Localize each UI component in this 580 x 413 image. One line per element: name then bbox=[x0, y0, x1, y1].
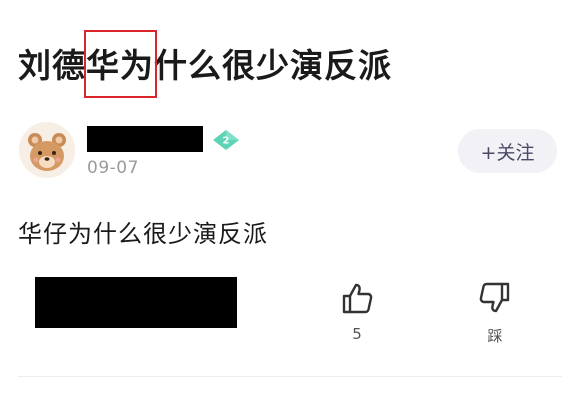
thumbs-down-icon bbox=[479, 282, 510, 313]
level-badge: 2 bbox=[212, 129, 240, 151]
media-redacted[interactable] bbox=[35, 277, 237, 328]
divider bbox=[18, 376, 562, 377]
follow-button[interactable]: +关注 bbox=[458, 129, 557, 173]
diamond-icon: 2 bbox=[213, 130, 239, 150]
dislike-label: 踩 bbox=[487, 327, 503, 345]
like-count: 5 bbox=[352, 325, 362, 343]
post-title: 刘德华为什么很少演反派 bbox=[18, 30, 392, 98]
like-button[interactable]: 5 bbox=[327, 281, 387, 343]
title-text-part2: 什么很少演反派 bbox=[154, 46, 392, 85]
bear-avatar-icon bbox=[19, 122, 75, 178]
avatar[interactable] bbox=[19, 122, 75, 178]
title-text-part1: 刘德 bbox=[18, 46, 86, 85]
post-date: 09-07 bbox=[87, 158, 139, 178]
level-number: 2 bbox=[223, 136, 230, 147]
title-highlight-box: 华为 bbox=[84, 30, 157, 98]
dislike-button[interactable]: 踩 bbox=[465, 281, 525, 346]
post-body: 华仔为什么很少演反派 bbox=[18, 220, 268, 248]
username-redacted[interactable] bbox=[87, 126, 203, 152]
thumbs-up-icon bbox=[342, 283, 373, 314]
